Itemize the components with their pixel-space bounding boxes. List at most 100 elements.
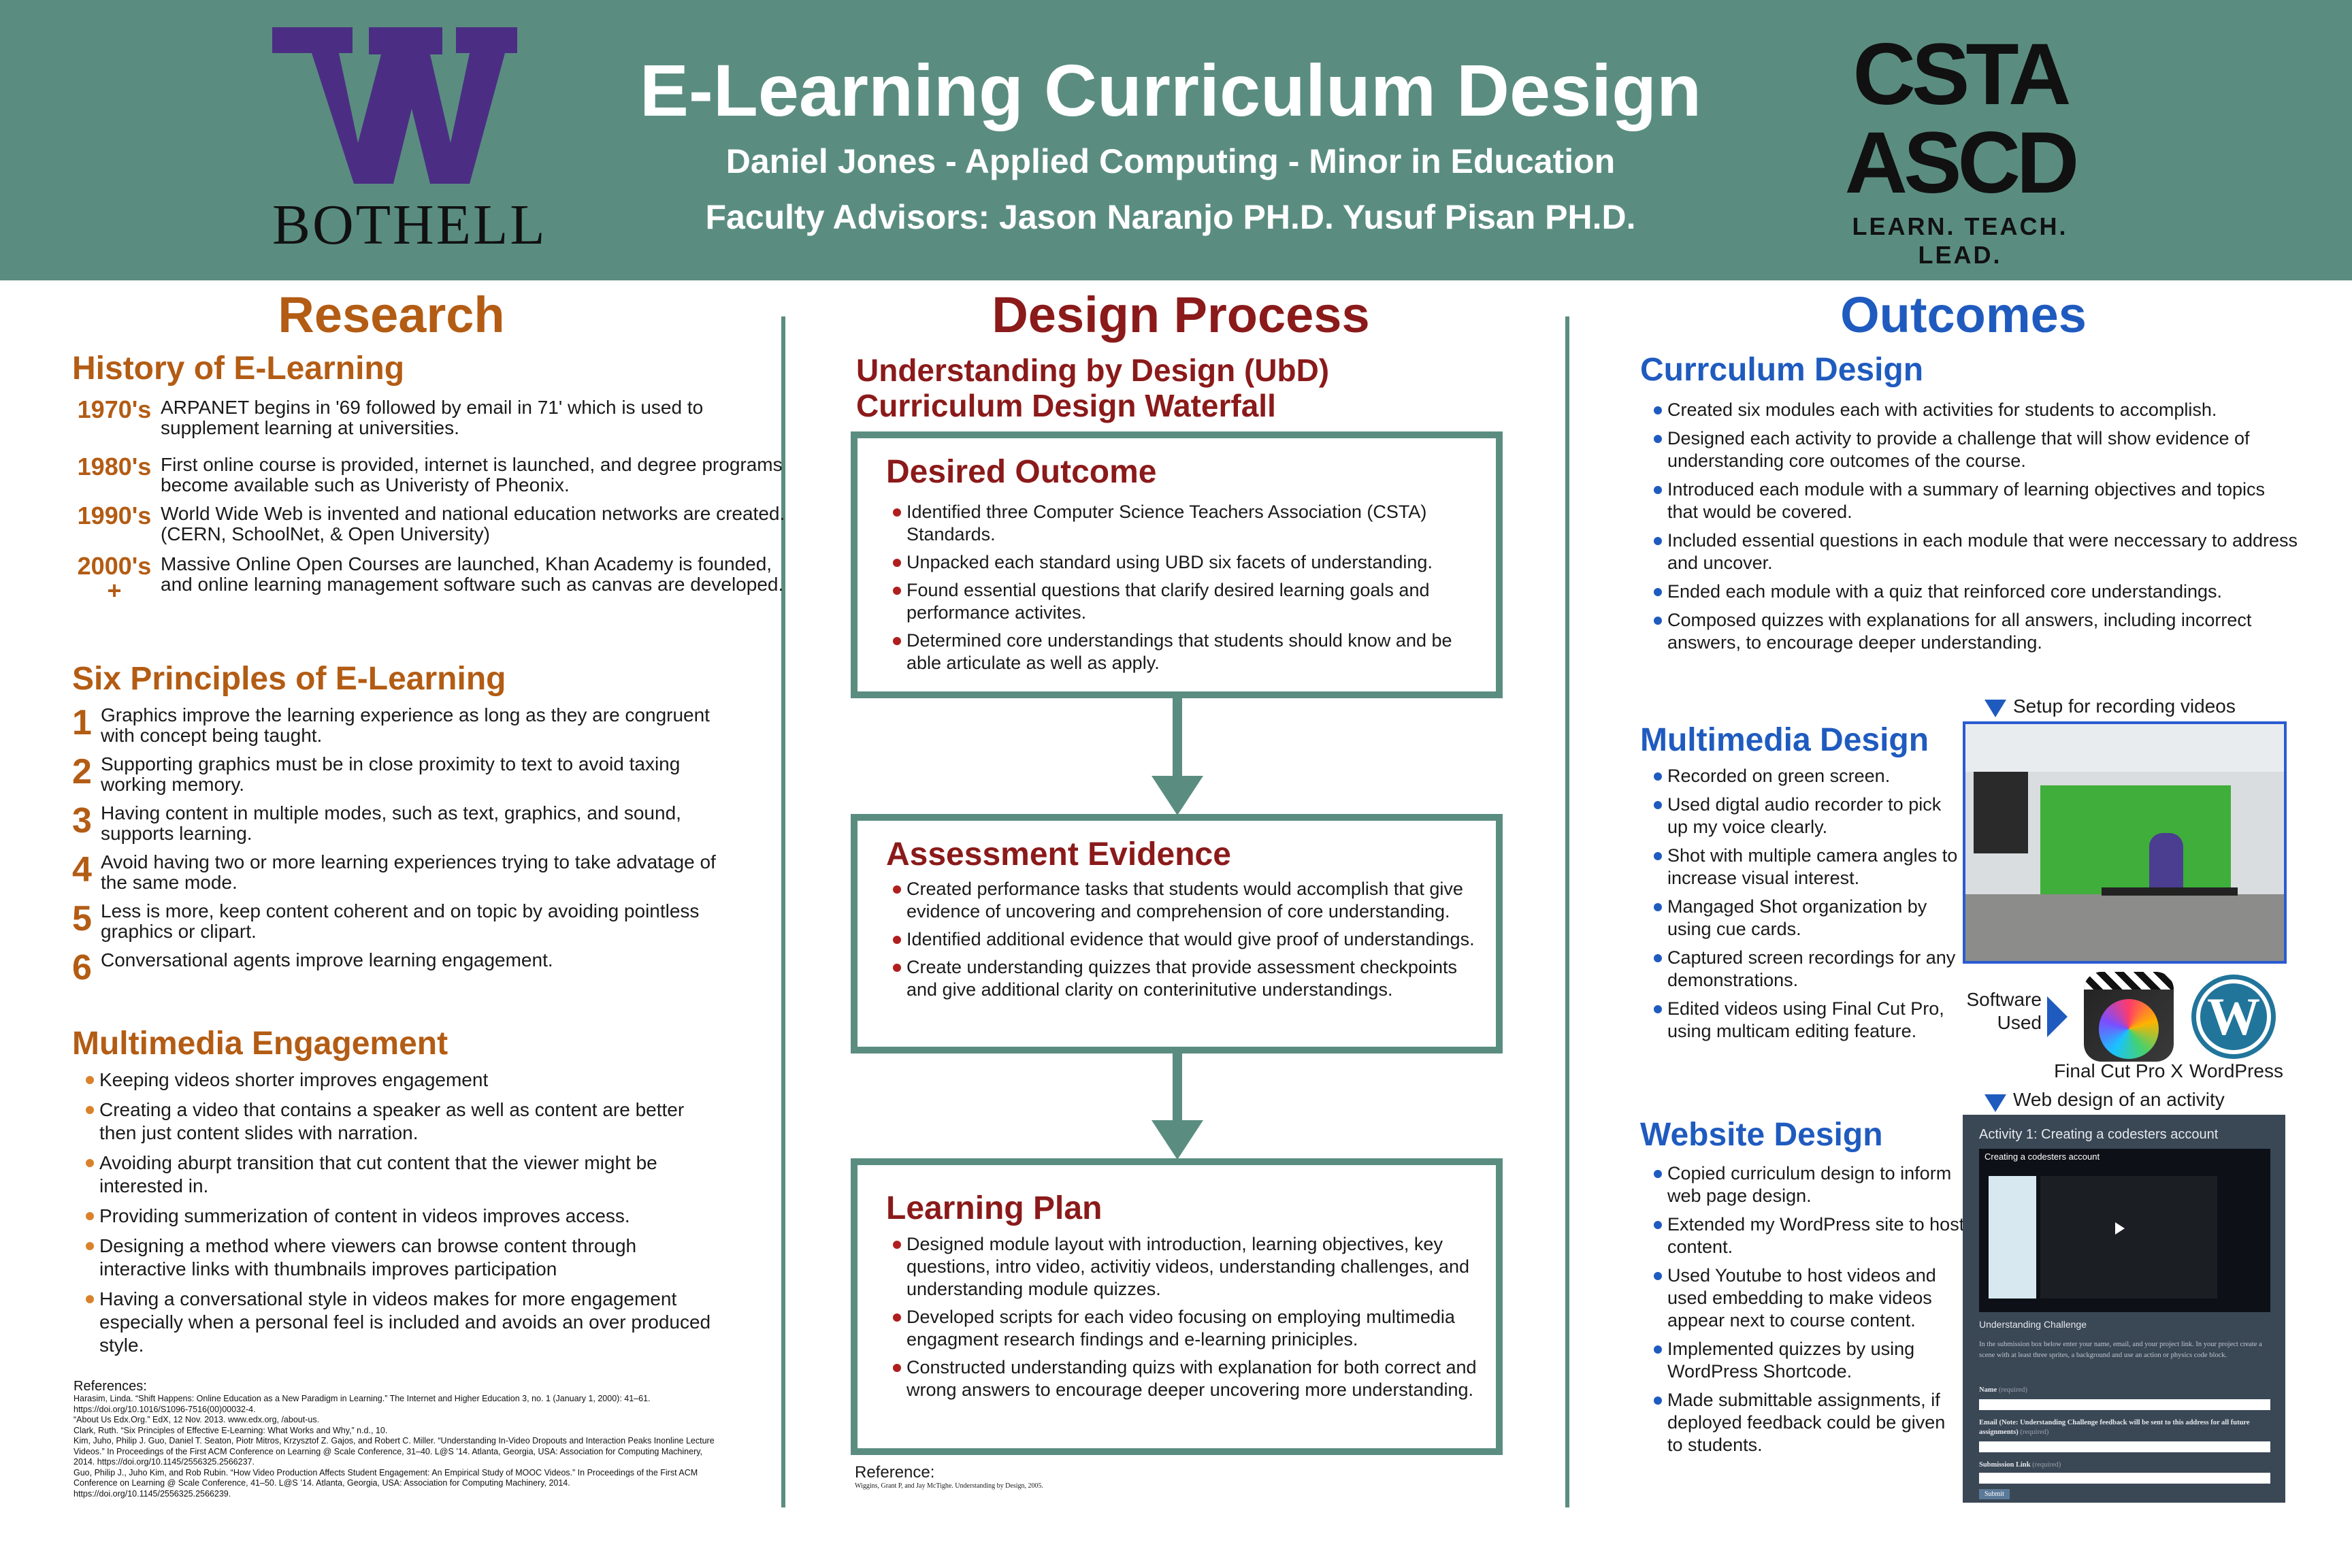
- waterfall-arrow-stem: [1173, 1054, 1182, 1122]
- ubd-title-line: Understanding by Design (UbD): [856, 353, 1330, 388]
- list-item: Mangaged Shot organization by using cue …: [1652, 896, 1965, 941]
- box-title: Desired Outcome: [886, 454, 1157, 490]
- history-row: 1970's ARPANET begins in '69 followed by…: [74, 397, 727, 441]
- list-item: Used Youtube to host videos and used emb…: [1652, 1264, 1965, 1332]
- photo-green-screen: [2040, 785, 2231, 901]
- principle-text: Avoid having two or more learning experi…: [101, 851, 716, 893]
- history-era: 2000's +: [77, 552, 152, 604]
- list-item: Unpacked each standard using UBD six fac…: [892, 551, 1490, 574]
- waterfall-arrow-icon: [1152, 776, 1203, 815]
- name-input: [1979, 1399, 2270, 1410]
- poster-advisors: Faculty Advisors: Jason Naranjo PH.D. Yu…: [705, 198, 1636, 236]
- learning-plan-box: Learning Plan Designed module layout wit…: [851, 1158, 1503, 1455]
- color-wheel: [2099, 999, 2159, 1059]
- history-text: ARPANET begins in '69 followed by email …: [161, 397, 704, 438]
- clapper-stripes: [2084, 972, 2174, 990]
- waterfall-arrow-stem: [1173, 698, 1182, 777]
- list-item: Extended my WordPress site to host conte…: [1652, 1213, 1965, 1258]
- setup-caption: Setup for recording videos: [2013, 696, 2236, 717]
- design-process-title: Design Process: [992, 287, 1370, 343]
- list-item: Designed module layout with introduction…: [892, 1233, 1490, 1301]
- activity-webpage-screenshot: Activity 1: Creating a codesters account…: [1963, 1115, 2285, 1503]
- list-item: Found essential questions that clarify d…: [892, 579, 1490, 624]
- history-row: 1980's First online course is provided, …: [74, 455, 783, 498]
- list-item: Made submittable assignments, if deploye…: [1652, 1389, 1965, 1456]
- box-title: Learning Plan: [886, 1190, 1102, 1226]
- ubd-title: Understanding by Design (UbD) Curriculum…: [856, 353, 1537, 423]
- principle-number: 2: [72, 752, 92, 791]
- wordpress-icon: W: [2189, 972, 2278, 1062]
- assessment-evidence-box: Assessment Evidence Created performance …: [851, 814, 1503, 1054]
- principle-number: 4: [72, 850, 92, 889]
- required-note: (required): [1998, 1386, 2027, 1394]
- csta-ascd-tagline: LEARN. TEACH. LEAD.: [1852, 212, 2068, 269]
- history-text: First online course is provided, interne…: [161, 454, 783, 495]
- list-item: Edited videos using Final Cut Pro, using…: [1652, 998, 1965, 1043]
- research-title: Research: [278, 287, 505, 343]
- list-item: Implemented quizzes by using WordPress S…: [1652, 1338, 1965, 1383]
- webshot-challenge-heading: Understanding Challenge: [1979, 1319, 2087, 1330]
- reference-entry: Kim, Juho, Philip J. Guo, Daniel T. Seat…: [74, 1436, 715, 1467]
- history-era: 1990's: [77, 502, 152, 529]
- list-item: Used digtal audio recorder to pick up my…: [1652, 794, 1965, 838]
- uw-bothell-wordmark: BOTHELL: [272, 193, 547, 257]
- list-item: Identified three Computer Science Teache…: [892, 501, 1490, 546]
- engagement-list: Keeping videos shorter improves engageme…: [84, 1068, 724, 1364]
- photo-light: [1974, 772, 2028, 853]
- references-label: References:: [74, 1379, 147, 1394]
- list-item: Copied curriculum design to inform web p…: [1652, 1162, 1965, 1207]
- poster-author: Daniel Jones - Applied Computing - Minor…: [725, 142, 1616, 180]
- ubd-title-line: Curriculum Design Waterfall: [856, 388, 1276, 423]
- required-note: (required): [2032, 1461, 2061, 1469]
- svg-text:ASCD: ASCD: [1845, 114, 2076, 203]
- waterfall-arrow-icon: [1152, 1120, 1203, 1160]
- reference-entry: Clark, Ruth. “Six Principles of Effectiv…: [74, 1425, 388, 1435]
- name-label-text: Name: [1979, 1386, 1997, 1394]
- pointer-down-icon: [1984, 1094, 2006, 1112]
- final-cut-pro-icon: [2084, 972, 2174, 1062]
- recording-setup-photo: [1963, 721, 2287, 964]
- photo-person: [2149, 833, 2183, 894]
- history-row: 1990's World Wide Web is invented and na…: [74, 502, 785, 547]
- history-title: History of E-Learning: [72, 350, 405, 387]
- software-used-label: Software Used: [1966, 989, 2042, 1033]
- list-item: Avoiding aburpt transition that cut cont…: [84, 1152, 724, 1198]
- svg-text:W: W: [2207, 987, 2260, 1046]
- desired-outcome-box: Desired Outcome Identified three Compute…: [851, 431, 1503, 698]
- list-item: Developed scripts for each video focusin…: [892, 1306, 1490, 1351]
- design-reference: Reference: Wiggins, Grant P, and Jay McT…: [855, 1463, 1263, 1490]
- list-item: Constructed understanding quizs with exp…: [892, 1356, 1490, 1401]
- submit-button: Submit: [1979, 1489, 2010, 1499]
- csta-ascd-logo: CSTA ASCD: [1838, 26, 2082, 212]
- email-label: Email (Note: Understanding Challenge fee…: [1979, 1418, 2270, 1437]
- principle-text: Supporting graphics must be in close pro…: [101, 753, 681, 795]
- box-list: Designed module layout with introduction…: [892, 1233, 1490, 1407]
- reference-entry: “About Us Edx.Org.” EdX, 12 Nov. 2013. w…: [74, 1415, 320, 1424]
- video-main: [2040, 1176, 2217, 1298]
- list-item: Designed each activity to provide a chal…: [1652, 427, 2299, 472]
- box-title: Assessment Evidence: [886, 836, 1231, 872]
- engagement-title: Multimedia Engagement: [72, 1026, 448, 1062]
- photo-ceiling: [1965, 724, 2284, 772]
- history-row: 2000's + Massive Online Open Courses are…: [74, 552, 784, 619]
- list-item: Keeping videos shorter improves engageme…: [84, 1068, 724, 1092]
- principle-number: 5: [72, 899, 92, 938]
- reference-entry: Wiggins, Grant P, and Jay McTighe. Under…: [855, 1482, 1043, 1490]
- website-list: Copied curriculum design to inform web p…: [1652, 1162, 1965, 1463]
- principle-text: Graphics improve the learning experience…: [101, 704, 710, 746]
- wordpress-label: WordPress: [2189, 1060, 2283, 1081]
- box-list: Identified three Computer Science Teache…: [892, 501, 1490, 680]
- principle-text: Having content in multiple modes, such a…: [101, 802, 681, 844]
- multimedia-design-title: Multimedia Design: [1640, 722, 1929, 758]
- webdesign-caption: Web design of an activity: [2013, 1089, 2225, 1110]
- pointer-down-icon: [1984, 700, 2006, 717]
- principle-text: Conversational agents improve learning e…: [101, 949, 553, 970]
- list-item: Created six modules each with activities…: [1652, 399, 2299, 421]
- photo-floor: [1965, 894, 2284, 961]
- video-sidebar: [1989, 1176, 2036, 1298]
- history-text: Massive Online Open Courses are launched…: [161, 553, 784, 595]
- poster-title: E-Learning Curriculum Design: [639, 49, 1702, 131]
- multimedia-list: Recorded on green screen. Used digtal au…: [1652, 765, 1965, 1049]
- list-item: Designing a method where viewers can bro…: [84, 1235, 724, 1281]
- required-note: (required): [2020, 1428, 2049, 1436]
